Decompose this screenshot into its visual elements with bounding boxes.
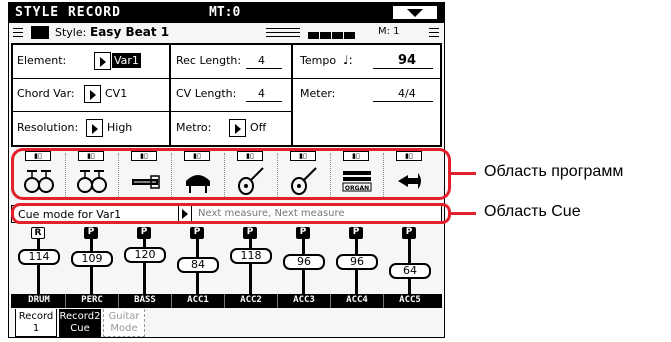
meter-label: Meter: <box>300 87 336 100</box>
channel-labels: DRUM PERC BASS ACC1 ACC2 ACC3 ACC4 ACC5 <box>11 294 442 308</box>
resolution-label: Resolution: <box>17 121 79 134</box>
channel-label: ACC2 <box>240 295 262 305</box>
chord-var-arrow-button[interactable] <box>84 85 101 103</box>
slider-track <box>90 239 93 295</box>
channel-label: PERC <box>81 295 103 305</box>
status-badge[interactable]: P <box>137 227 151 239</box>
element-value[interactable]: Var1 <box>112 53 141 68</box>
resolution-arrow-button[interactable] <box>86 119 103 137</box>
cue-callout: Область Cue <box>484 203 581 220</box>
programs-area-highlight <box>11 148 451 200</box>
column-divider <box>169 45 171 145</box>
metro-value[interactable]: Off <box>250 121 266 134</box>
channel-label: BASS <box>134 295 156 305</box>
measure-counter: M: 1 <box>378 26 400 37</box>
row-divider <box>13 78 440 79</box>
tab-record-1[interactable]: Record 1 <box>15 309 57 337</box>
meter-value[interactable]: 4/4 <box>398 87 416 100</box>
cv-length-underline <box>246 101 282 102</box>
cv-length-value[interactable]: 4 <box>258 87 265 100</box>
volume-slider[interactable]: 96 <box>336 254 378 270</box>
tab-guitar-mode[interactable]: Guitar Mode <box>103 309 145 337</box>
style-label: Style: <box>55 26 87 39</box>
measure-blocks <box>308 29 356 42</box>
channel-label: DRUM <box>28 295 50 305</box>
tab-label: Guitar <box>108 311 140 322</box>
cue-leader-line <box>451 212 476 215</box>
page-title: STYLE RECORD <box>15 5 121 20</box>
chevron-down-icon <box>407 9 423 17</box>
volume-slider[interactable]: 114 <box>18 249 60 265</box>
tab-label: Record <box>18 311 54 322</box>
channel-label: ACC4 <box>346 295 368 305</box>
row-divider <box>13 111 291 112</box>
mixer-channel: R 114 <box>13 227 65 295</box>
cv-length-label: CV Length: <box>176 87 237 100</box>
tab-label: Cue <box>70 323 90 334</box>
page-menu-button[interactable] <box>392 5 438 20</box>
metro-label: Metro: <box>176 121 212 134</box>
menu-lines-icon-right <box>429 28 439 37</box>
title-bar: STYLE RECORD MT:0 <box>9 3 444 23</box>
status-badge[interactable]: P <box>349 227 363 239</box>
tab-label: Record2 <box>59 311 101 322</box>
volume-slider[interactable]: 118 <box>230 248 272 264</box>
channel-label: ACC3 <box>293 295 315 305</box>
rec-length-label: Rec Length: <box>176 54 242 67</box>
mixer-channel: P 109 <box>66 227 118 295</box>
menu-lines-icon <box>13 28 23 37</box>
volume-slider[interactable]: 109 <box>71 251 113 267</box>
mixer-channel: P 120 <box>119 227 171 295</box>
mixer-channel: P 96 <box>331 227 383 295</box>
rec-length-underline <box>246 68 282 69</box>
slider-track <box>37 239 40 295</box>
tempo-underline <box>373 68 433 69</box>
status-badge[interactable]: P <box>243 227 257 239</box>
mixer-channel: P 84 <box>172 227 224 295</box>
meter-underline <box>373 101 433 102</box>
status-badge[interactable]: P <box>296 227 310 239</box>
status-badge[interactable]: P <box>84 227 98 239</box>
params-panel: Element: Var1 Chord Var: CV1 Resolution:… <box>11 43 442 147</box>
element-arrow-button[interactable] <box>94 52 111 70</box>
volume-slider[interactable]: 120 <box>124 247 166 263</box>
tempo-value[interactable]: 94 <box>398 53 416 68</box>
programs-callout: Область программ <box>484 163 624 180</box>
column-divider <box>291 45 293 145</box>
channel-label: ACC5 <box>399 295 421 305</box>
chord-var-value[interactable]: CV1 <box>105 87 127 100</box>
cue-area-highlight <box>11 203 451 224</box>
tab-record2-cue[interactable]: Record2 Cue <box>59 309 101 337</box>
channel-label: ACC1 <box>187 295 209 305</box>
tab-label: Mode <box>110 323 138 334</box>
volume-slider[interactable]: 64 <box>389 263 431 279</box>
volume-slider[interactable]: 84 <box>177 257 219 273</box>
style-bar: Style-icon Style: Easy Beat 1 M: 1 <box>11 25 442 41</box>
quarter-note-icon: ♩: <box>343 53 353 67</box>
style-icon: Style-icon <box>31 26 49 39</box>
programs-leader-line <box>451 172 476 175</box>
status-badge[interactable]: P <box>402 227 416 239</box>
tab-label: 1 <box>32 323 40 334</box>
metro-arrow-button[interactable] <box>229 119 246 137</box>
chord-var-label: Chord Var: <box>17 87 75 100</box>
mixer-channel: P 96 <box>278 227 330 295</box>
status-badge[interactable]: R <box>31 227 45 239</box>
status-badge[interactable]: P <box>190 227 204 239</box>
volume-slider[interactable]: 96 <box>283 254 325 270</box>
lines-icon <box>266 28 300 37</box>
tempo-label: Tempo <box>300 54 337 67</box>
resolution-value[interactable]: High <box>107 121 132 134</box>
rec-length-value[interactable]: 4 <box>258 54 265 67</box>
mixer: R 114 P 109 P 120 P 84 P 118 P 96 P 96 P… <box>13 227 442 295</box>
element-label: Element: <box>17 54 67 67</box>
style-name[interactable]: Easy Beat 1 <box>90 25 169 39</box>
mixer-channel: P 118 <box>225 227 277 295</box>
mt-indicator: MT:0 <box>209 5 241 20</box>
mixer-channel: P 64 <box>384 227 436 295</box>
